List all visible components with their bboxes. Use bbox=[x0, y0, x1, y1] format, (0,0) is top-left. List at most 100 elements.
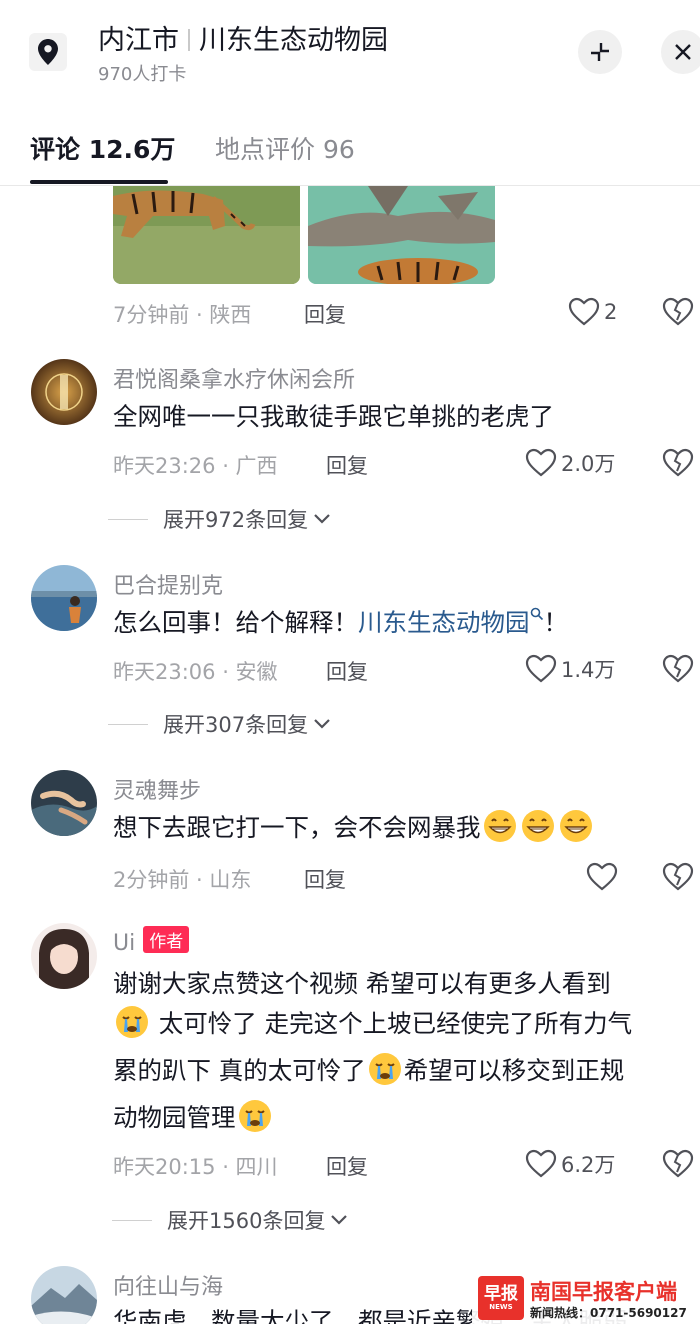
dislike-button[interactable] bbox=[662, 654, 694, 688]
comment-image-tiger-grass[interactable] bbox=[113, 186, 300, 284]
reply-button[interactable]: 回复 bbox=[326, 656, 368, 686]
watermark-hotline: 新闻热线：0771-5690127 bbox=[530, 1306, 687, 1320]
chevron-down-icon bbox=[314, 719, 330, 729]
location-header: 内江市 川东生态动物园 970人打卡 评论 12.6万 地点评价 96 bbox=[0, 0, 700, 186]
like-count: 1.4万 bbox=[561, 658, 616, 682]
avatar[interactable] bbox=[31, 565, 97, 631]
comment-username[interactable]: 向往山与海 bbox=[113, 1269, 223, 1301]
place-name: 川东生态动物园 bbox=[199, 25, 388, 56]
checkin-count: 970人打卡 bbox=[98, 64, 187, 85]
expand-replies-label: 展开307条回复 bbox=[163, 713, 309, 737]
heart-icon bbox=[568, 297, 600, 326]
chevron-down-icon bbox=[331, 1215, 348, 1225]
like-count: 2.0万 bbox=[561, 452, 616, 476]
city-name: 内江市 bbox=[98, 25, 179, 56]
dislike-button[interactable] bbox=[662, 1149, 694, 1183]
comment-username[interactable]: 君悦阁桑拿水疗休闲会所 bbox=[113, 362, 355, 394]
comment-text: 想下去跟它打一下，会不会网暴我 bbox=[113, 806, 595, 850]
comment-time-location: 昨天23:06 · 安徽 bbox=[113, 660, 278, 684]
like-button[interactable]: 6.2万 bbox=[525, 1149, 615, 1179]
broken-heart-icon bbox=[662, 654, 694, 683]
place-mention-link[interactable]: 川东生态动物园 bbox=[358, 607, 544, 637]
avatar[interactable] bbox=[31, 1266, 97, 1324]
reply-button[interactable]: 回复 bbox=[304, 299, 346, 329]
location-title[interactable]: 内江市 川东生态动物园 bbox=[98, 18, 388, 57]
comment-text-part: 想下去跟它打一下，会不会网暴我 bbox=[113, 813, 481, 842]
grin-emoji-icon bbox=[483, 810, 516, 842]
broken-heart-icon bbox=[662, 862, 694, 891]
comment-text-part: 希望可以移交到正规 bbox=[403, 1056, 625, 1085]
comment-text: 全网唯一一只我敢徒手跟它单挑的老虎了 bbox=[113, 402, 554, 431]
reply-button[interactable]: 回复 bbox=[304, 864, 346, 894]
comment-text-part: ！ bbox=[543, 608, 569, 637]
dislike-button[interactable] bbox=[662, 297, 694, 331]
comment-text-line: 动物园管理 bbox=[113, 1096, 274, 1140]
heart-icon bbox=[525, 448, 557, 477]
grin-emoji-icon bbox=[559, 810, 592, 842]
comment-username: Ui bbox=[113, 931, 136, 956]
comment-text: 怎么回事！给个解释！川东生态动物园 ！ bbox=[113, 601, 568, 645]
like-button[interactable]: 2 bbox=[568, 297, 617, 327]
reply-button[interactable]: 回复 bbox=[326, 450, 368, 480]
expand-replies-button[interactable]: 展开307条回复 bbox=[108, 709, 332, 739]
comment-username[interactable]: 灵魂舞步 bbox=[113, 773, 201, 805]
collapse-button[interactable] bbox=[578, 30, 622, 74]
comment-text-part: 动物园管理 bbox=[113, 1103, 236, 1132]
watermark-title: 南国早报客户端 bbox=[530, 1280, 677, 1304]
close-button[interactable] bbox=[661, 30, 700, 74]
expand-replies-button[interactable]: 展开1560条回复 bbox=[112, 1205, 349, 1235]
tab-comments[interactable]: 评论 12.6万 bbox=[30, 130, 175, 166]
title-separator bbox=[188, 29, 190, 51]
comment-author-name[interactable]: Ui 作者 bbox=[113, 926, 190, 956]
comment-text-part: 太可怜了 走完这个上坡已经使完了所有力气 bbox=[158, 1009, 633, 1038]
place-mention-label: 川东生态动物园 bbox=[358, 608, 530, 637]
comment-text-line: 谢谢大家点赞这个视频 希望可以有更多人看到 bbox=[113, 969, 611, 998]
logo-subtext: NEWS bbox=[489, 1303, 513, 1311]
expand-replies-button[interactable]: 展开972条回复 bbox=[108, 504, 332, 534]
like-count: 6.2万 bbox=[561, 1153, 616, 1177]
close-icon bbox=[675, 44, 691, 60]
dislike-button[interactable] bbox=[662, 862, 694, 896]
expand-divider bbox=[108, 518, 148, 520]
tab-place-reviews[interactable]: 地点评价 96 bbox=[215, 130, 355, 166]
heart-icon bbox=[586, 862, 618, 891]
collapse-icon bbox=[591, 43, 609, 61]
comment-text-part: 怎么回事！给个解释！ bbox=[113, 608, 358, 637]
crying-emoji-icon bbox=[238, 1100, 271, 1132]
heart-icon bbox=[525, 1149, 557, 1178]
avatar[interactable] bbox=[31, 770, 97, 836]
crying-emoji-icon bbox=[368, 1053, 401, 1085]
logo-text: 早报 bbox=[484, 1284, 518, 1304]
location-pin-icon bbox=[29, 33, 67, 71]
comment-time-location: 7分钟前 · 陕西 bbox=[113, 303, 252, 327]
like-button[interactable]: 2.0万 bbox=[525, 448, 615, 478]
comment-time-location: 昨天20:15 · 四川 bbox=[113, 1155, 278, 1179]
comment-text-part: 累的趴下 真的太可怜了 bbox=[113, 1056, 366, 1085]
broken-heart-icon bbox=[662, 1149, 694, 1178]
avatar[interactable] bbox=[31, 359, 97, 425]
comment-time-location: 2分钟前 · 山东 bbox=[113, 868, 252, 892]
expand-replies-label: 展开972条回复 bbox=[163, 508, 309, 532]
newspaper-watermark: 早报 NEWS 南国早报客户端 新闻热线：0771-5690127 bbox=[472, 1274, 700, 1324]
author-badge: 作者 bbox=[143, 926, 190, 953]
expand-divider bbox=[112, 1219, 152, 1221]
crying-emoji-icon bbox=[116, 1006, 148, 1038]
like-button[interactable] bbox=[586, 862, 622, 892]
active-tab-indicator bbox=[30, 180, 168, 184]
expand-replies-label: 展开1560条回复 bbox=[167, 1209, 326, 1233]
reply-button[interactable]: 回复 bbox=[326, 1151, 368, 1181]
comment-image-tiger-log[interactable] bbox=[308, 186, 495, 284]
grin-emoji-icon bbox=[521, 810, 554, 842]
comment-time-location: 昨天23:26 · 广西 bbox=[113, 454, 278, 478]
avatar[interactable] bbox=[31, 923, 97, 989]
comment-text-line: 累的趴下 真的太可怜了 希望可以移交到正规 bbox=[113, 1049, 624, 1093]
broken-heart-icon bbox=[662, 448, 694, 477]
newspaper-logo: 早报 NEWS bbox=[478, 1276, 524, 1320]
comment-username[interactable]: 巴合提别克 bbox=[113, 568, 223, 600]
like-button[interactable]: 1.4万 bbox=[525, 654, 615, 684]
broken-heart-icon bbox=[662, 297, 694, 326]
dislike-button[interactable] bbox=[662, 448, 694, 482]
like-count: 2 bbox=[604, 300, 618, 324]
chevron-down-icon bbox=[314, 514, 330, 524]
comment-text-line: 太可怜了 走完这个上坡已经使完了所有力气 bbox=[113, 1002, 632, 1046]
